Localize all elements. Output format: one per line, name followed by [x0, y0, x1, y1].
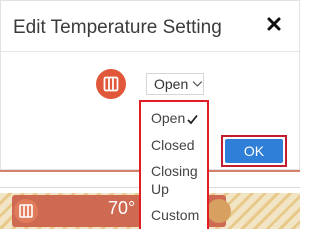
title-divider — [1, 51, 301, 52]
temperature-value: 70° — [108, 198, 136, 218]
bar-handle-icon[interactable] — [207, 199, 231, 223]
mode-select[interactable]: Open — [146, 73, 204, 95]
menu-option-closing-up[interactable]: Closing Up — [151, 162, 201, 198]
background-bottom — [0, 229, 300, 245]
ok-button[interactable]: OK — [225, 139, 283, 163]
menu-option-custom[interactable]: Custom — [151, 206, 199, 224]
bar-mode-icon — [14, 199, 38, 223]
chevron-down-icon — [192, 81, 203, 87]
close-icon[interactable] — [261, 11, 287, 37]
checkmark-icon — [187, 114, 198, 125]
ok-button-highlight: OK — [221, 135, 287, 167]
system-mode-icon — [96, 69, 126, 99]
mode-select-value: Open — [154, 76, 189, 92]
menu-option-open[interactable]: Open — [151, 109, 198, 127]
dialog-title: Edit Temperature Setting — [13, 17, 222, 38]
mode-options-menu: Open Closed Closing Up Custom — [139, 100, 209, 232]
menu-option-closed[interactable]: Closed — [151, 136, 195, 154]
